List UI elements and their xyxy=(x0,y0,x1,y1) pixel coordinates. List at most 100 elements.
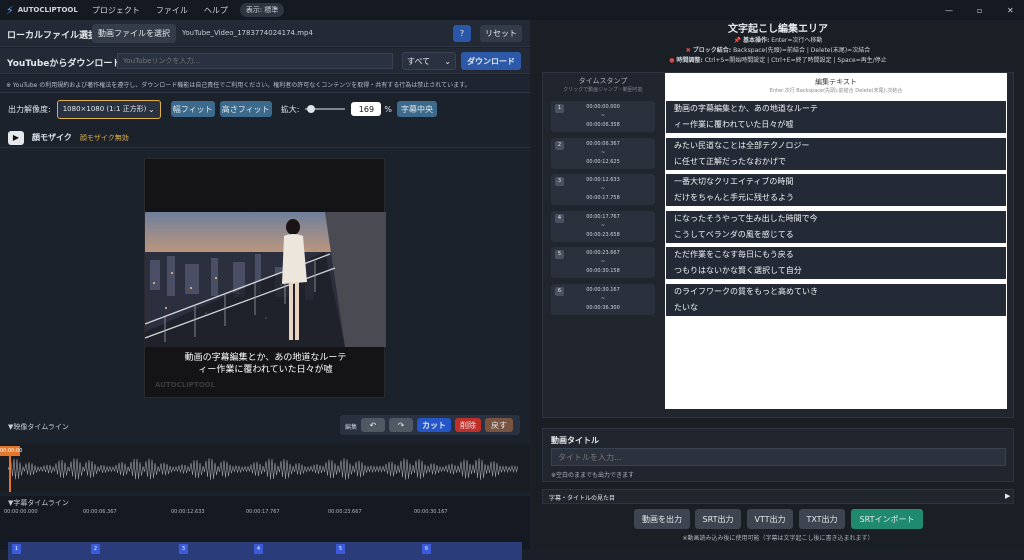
quality-select[interactable]: すべて ⌄ xyxy=(402,52,456,70)
transcript-text-block[interactable]: になったそうやって生み出した時間で今 こうしてベランダの風を感じてる xyxy=(666,210,1006,243)
cut-button[interactable]: カット xyxy=(417,418,451,432)
transcript-text-block[interactable]: 一番大切なクリエイティブの時間 だけをちゃんと手元に残せるよう xyxy=(666,174,1006,206)
redo-button[interactable]: ↷ xyxy=(389,418,413,432)
transcript-line[interactable]: みたい民道なことは全部テクノロジー xyxy=(674,138,1006,154)
video-preview[interactable]: 動画の字幕編集とか、あの地道なルーテ ィー作業に覆われていた日々が嘘 AUTOC… xyxy=(144,158,386,398)
edit-header: 編集テキスト Enter:次行 Backspace(先頭):前結合 Delete… xyxy=(665,77,1007,94)
timeline-tick-label: 00:00:06.367 xyxy=(83,509,117,515)
export-video-button[interactable]: 動画を出力 xyxy=(634,509,690,529)
waveform-path xyxy=(8,458,518,480)
display-mode-badge[interactable]: 表示: 標準 xyxy=(239,3,285,17)
transcript-line[interactable]: ただ作業をこなす毎日にもう戻る xyxy=(674,247,1006,263)
local-file-title: ローカルファイル選択 xyxy=(7,31,98,41)
export-buttons: 動画を出力 SRT出力 VTT出力 TXT出力 SRTインポート xyxy=(634,509,934,529)
timestamp-header-title: タイムスタンプ xyxy=(578,77,628,85)
subtitle-timeline-title[interactable]: ▼字幕タイムライン xyxy=(8,498,69,508)
start-time[interactable]: 00:00:00.000 xyxy=(551,103,655,112)
delete-button[interactable]: 削除 xyxy=(455,418,481,432)
waveform-track[interactable]: 00:00:00 xyxy=(0,444,530,492)
subtitle-track[interactable] xyxy=(8,542,522,560)
resolution-label: 出力解像度: xyxy=(8,104,51,114)
timestamp-lines: 00:00:30.167 ~ 00:00:36.300 xyxy=(551,286,655,313)
zoom-slider[interactable] xyxy=(305,104,346,114)
transcript-line[interactable]: 一番大切なクリエイティブの時間 xyxy=(674,174,1006,190)
start-time[interactable]: 00:00:06.367 xyxy=(551,140,655,149)
timestamp-cell[interactable]: 1 00:00:00.000 ~ 00:00:06.358 xyxy=(551,101,655,132)
transcript-line[interactable]: に任せて正解だったなおかげで xyxy=(674,154,1006,170)
select-file-button[interactable]: 動画ファイルを選択 xyxy=(92,24,176,43)
timestamp-cell[interactable]: 5 00:00:23.667 ~ 00:00:30.158 xyxy=(551,247,655,278)
zoom-slider-thumb[interactable] xyxy=(307,105,316,113)
cross-icon: ✖ xyxy=(685,47,691,54)
import-srt-button[interactable]: SRTインポート xyxy=(851,509,923,529)
playhead[interactable] xyxy=(9,456,11,492)
end-time[interactable]: 00:00:23.658 xyxy=(551,231,655,240)
transcript-line[interactable]: つもりはないかな賢く選択して自分 xyxy=(674,263,1006,279)
maximize-icon[interactable]: ▫ xyxy=(977,6,982,15)
export-txt-button[interactable]: TXT出力 xyxy=(799,509,845,529)
help-button[interactable]: ? xyxy=(453,25,471,42)
download-button[interactable]: ダウンロード xyxy=(461,52,521,70)
export-srt-button[interactable]: SRT出力 xyxy=(695,509,741,529)
transcript-line[interactable]: だけをちゃんと手元に残せるよう xyxy=(674,190,1006,206)
transcript-line[interactable]: になったそうやって生み出した時間で今 xyxy=(674,211,1006,227)
video-timeline-header: ▼映像タイムライン 編集 ↶ ↷ カット 削除 戻す xyxy=(0,412,530,442)
mosaic-toggle-button[interactable]: ▶ xyxy=(8,130,24,145)
subtitle-marker[interactable]: 1 xyxy=(12,544,21,554)
timestamp-cell[interactable]: 2 00:00:06.367 ~ 00:00:12.625 xyxy=(551,137,655,169)
youtube-url-input[interactable] xyxy=(117,53,393,69)
playhead-label[interactable]: 00:00:00 xyxy=(0,446,22,456)
video-title-input[interactable] xyxy=(551,448,1006,466)
start-time[interactable]: 00:00:12.633 xyxy=(551,176,655,185)
fit-width-button[interactable]: 幅フィット xyxy=(170,101,215,117)
timestamp-cell[interactable]: 6 00:00:30.167 ~ 00:00:36.300 xyxy=(551,283,655,315)
menu-file[interactable]: ファイル xyxy=(156,5,188,16)
transcript-text-block[interactable]: 動画の字幕編集とか、あの地道なルーテ ィー作業に覆われていた日々が嘘 xyxy=(666,101,1006,133)
start-time[interactable]: 00:00:23.667 xyxy=(551,249,655,258)
zoom-label: 拡大: xyxy=(280,104,300,114)
center-subtitle-button[interactable]: 字幕中央 xyxy=(397,101,438,117)
start-time[interactable]: 00:00:17.767 xyxy=(551,213,655,222)
subtitle-marker[interactable]: 2 xyxy=(91,544,100,554)
resolution-select[interactable]: 1080×1080 (1:1 正方形) ⌄ xyxy=(56,99,161,119)
transcript-line[interactable]: たいな xyxy=(674,300,1006,316)
transcript-text-block[interactable]: のライフワークの質をもっと高めていき たいな xyxy=(666,283,1006,316)
menu-project[interactable]: プロジェクト xyxy=(92,5,140,16)
zoom-input[interactable]: 169 xyxy=(351,102,382,116)
video-title-section: 動画タイトル ※空白のままでも出力できます xyxy=(542,428,1014,482)
export-vtt-button[interactable]: VTT出力 xyxy=(747,509,793,529)
end-time[interactable]: 00:00:17.758 xyxy=(551,194,655,203)
subtitle-marker[interactable]: 6 xyxy=(422,544,431,554)
preview-watermark: AUTOCLIPTOOL xyxy=(155,381,216,389)
minimize-icon[interactable]: — xyxy=(945,6,953,15)
transcript-line[interactable]: こうしてベランダの風を感じてる xyxy=(674,227,1006,243)
menu-help[interactable]: ヘルプ xyxy=(204,5,228,16)
start-time[interactable]: 00:00:30.167 xyxy=(551,286,655,295)
transcript-line[interactable]: のライフワークの質をもっと高めていき xyxy=(674,284,1006,300)
edit-label: 編集 xyxy=(345,424,358,431)
video-timeline-title[interactable]: ▼映像タイムライン xyxy=(8,422,69,432)
subtitle-marker[interactable]: 5 xyxy=(336,544,345,554)
help-time-text: Ctrl+S=開始時間設定 | Ctrl+E=終了時間設定 | Space=再生… xyxy=(704,57,887,64)
reset-button[interactable]: リセット xyxy=(480,25,522,42)
transcript-text-block[interactable]: ただ作業をこなす毎日にもう戻る つもりはないかな賢く選択して自分 xyxy=(666,247,1006,279)
transcript-line[interactable]: ィー作業に覆われていた日々が嘘 xyxy=(674,117,1006,133)
end-time[interactable]: 00:00:12.625 xyxy=(551,158,655,167)
left-panel: ローカルファイル選択 動画ファイルを選択 YouTube_Video_17837… xyxy=(0,20,530,560)
close-icon[interactable]: ✕ xyxy=(1007,6,1014,15)
caption-style-section[interactable]: 字幕・タイトルの見た目 ▶ xyxy=(542,489,1014,504)
end-time[interactable]: 00:00:06.358 xyxy=(551,121,655,130)
timestamp-cell[interactable]: 3 00:00:12.633 ~ 00:00:17.758 xyxy=(551,174,655,205)
fit-height-button[interactable]: 高さフィット xyxy=(219,101,272,117)
subtitle-marker[interactable]: 3 xyxy=(179,544,188,554)
undo-button[interactable]: ↶ xyxy=(361,418,385,432)
restore-button[interactable]: 戻す xyxy=(485,418,513,432)
end-time[interactable]: 00:00:36.300 xyxy=(551,304,655,313)
transcript-line[interactable]: 動画の字幕編集とか、あの地道なルーテ xyxy=(674,101,1006,117)
resolution-value: 1080×1080 (1:1 正方形) xyxy=(62,105,147,113)
end-time[interactable]: 00:00:30.158 xyxy=(551,267,655,276)
subtitle-marker[interactable]: 4 xyxy=(254,544,263,554)
transcript-text-block[interactable]: みたい民道なことは全部テクノロジー に任せて正解だったなおかげで xyxy=(666,137,1006,170)
timestamp-lines: 00:00:06.367 ~ 00:00:12.625 xyxy=(551,140,655,167)
timestamp-cell[interactable]: 4 00:00:17.767 ~ 00:00:23.658 xyxy=(551,210,655,242)
